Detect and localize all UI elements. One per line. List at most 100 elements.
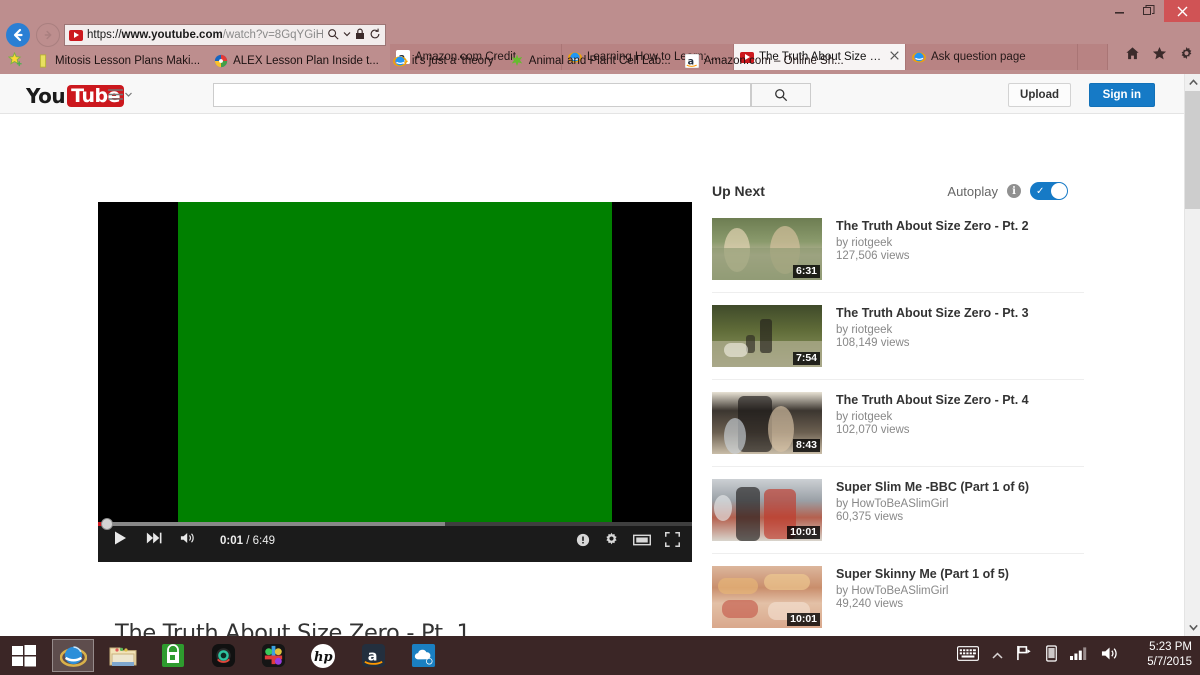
favorite-item[interactable]: Mitosis Lesson Plans Maki... [29, 54, 207, 68]
video-title[interactable]: Super Skinny Me (Part 1 of 5) [836, 567, 1084, 582]
forward-button[interactable] [36, 23, 60, 47]
signin-button[interactable]: Sign in [1088, 83, 1155, 107]
youtube-masthead: You Tube Upload Sign in [0, 74, 1184, 114]
video-frame [178, 202, 612, 535]
list-item[interactable]: 10:01 Super Slim Me -BBC (Part 1 of 6) b… [712, 466, 1084, 553]
show-hidden-icons-icon[interactable] [992, 647, 1003, 665]
video-thumbnail: 10:01 [712, 566, 822, 628]
favorite-item[interactable]: it's just a 'theory' [386, 54, 503, 68]
windows-start-icon [12, 645, 36, 667]
colorwheel-icon [214, 54, 228, 68]
clock-time: 5:23 PM [1149, 641, 1192, 653]
chevron-down-icon[interactable] [343, 29, 351, 41]
autoplay-toggle[interactable]: ✓ [1030, 182, 1068, 200]
taskbar-item-amazon[interactable]: a [352, 639, 394, 672]
video-views: 127,506 views [836, 250, 910, 262]
system-tray [957, 636, 1120, 675]
next-track-button[interactable] [146, 531, 162, 550]
list-item[interactable]: 8:43 The Truth About Size Zero - Pt. 4 b… [712, 379, 1084, 466]
progress-bar[interactable] [98, 518, 692, 530]
video-info: The Truth About Size Zero - Pt. 2 by rio… [836, 218, 1084, 280]
video-title[interactable]: The Truth About Size Zero - Pt. 4 [836, 393, 1084, 408]
video-info: Super Skinny Me (Part 1 of 5) by HowToBe… [836, 566, 1084, 628]
favorite-item[interactable]: a Amazon.com – Online Sh... [678, 54, 851, 68]
taskbar-item-windows-store[interactable] [152, 639, 194, 672]
search-button[interactable] [751, 83, 811, 107]
taskbar-item-camera[interactable] [202, 639, 244, 672]
video-title[interactable]: The Truth About Size Zero - Pt. 2 [836, 219, 1084, 234]
settings-gear-icon[interactable] [604, 532, 619, 552]
scroll-down-arrow[interactable] [1185, 619, 1200, 636]
camera-icon [211, 643, 235, 668]
fullscreen-icon[interactable] [665, 532, 680, 552]
player-control-bar: 0:01 / 6:49 [98, 518, 692, 562]
minimize-button[interactable] [1104, 0, 1134, 22]
taskbar-item-skydrive[interactable] [402, 639, 444, 672]
restore-button[interactable] [1134, 0, 1164, 22]
windows-store-icon [162, 644, 184, 667]
scrollbar-thumb[interactable] [1185, 91, 1200, 209]
volume-button[interactable] [180, 531, 198, 550]
favorite-label: ALEX Lesson Plan Inside t... [233, 55, 379, 67]
duration: 6:49 [252, 534, 276, 547]
list-item[interactable]: 10:01 Super Skinny Me (Part 1 of 5) by H… [712, 553, 1084, 636]
autoplay-label: Autoplay [947, 183, 998, 199]
taskbar-item-puzzle[interactable] [252, 639, 294, 672]
add-favorite-icon[interactable] [6, 51, 29, 70]
video-title[interactable]: Super Slim Me -BBC (Part 1 of 6) [836, 480, 1084, 495]
video-duration: 7:54 [792, 352, 820, 365]
favorite-item[interactable]: ALEX Lesson Plan Inside t... [207, 54, 386, 68]
page-viewport: You Tube Upload Sign in 0:01 / 6:49 The … [0, 74, 1200, 636]
desktop-strip: hp a 5:23 PM 5/7/2015 [0, 636, 1200, 675]
network-signal-icon[interactable] [1070, 646, 1088, 665]
start-button[interactable] [6, 642, 42, 670]
address-bar-text: https://www.youtube.com/watch?v=8GqYGiH6… [87, 29, 323, 41]
keyboard-icon[interactable] [957, 645, 979, 666]
taskbar-item-internet-explorer[interactable] [52, 639, 94, 672]
taskbar-item-hp[interactable]: hp [302, 639, 344, 672]
address-bar[interactable]: https://www.youtube.com/watch?v=8GqYGiH6… [64, 24, 386, 46]
tablet-icon[interactable] [1046, 644, 1057, 667]
video-uploader: by HowToBeASlimGirl [836, 498, 949, 510]
refresh-icon[interactable] [369, 28, 381, 43]
back-button[interactable] [6, 23, 30, 47]
search-input[interactable] [213, 83, 751, 107]
flag-action-center-icon[interactable] [1016, 645, 1033, 666]
video-duration: 10:01 [787, 526, 820, 539]
taskbar-item-file-explorer[interactable] [102, 639, 144, 672]
clock[interactable]: 5:23 PM 5/7/2015 [1147, 640, 1192, 670]
favorite-item[interactable]: Animal and Plant Cell Lab... [503, 54, 678, 68]
video-duration: 8:43 [792, 439, 820, 452]
close-button[interactable] [1164, 0, 1200, 22]
progress-scrubber[interactable] [101, 518, 113, 530]
current-time: 0:01 [220, 534, 244, 547]
list-item[interactable]: 7:54 The Truth About Size Zero - Pt. 3 b… [712, 292, 1084, 379]
video-player[interactable]: 0:01 / 6:49 [98, 202, 692, 562]
video-thumbnail: 8:43 [712, 392, 822, 454]
video-views: 60,375 views [836, 511, 904, 523]
video-views: 49,240 views [836, 598, 904, 610]
video-uploader: by riotgeek [836, 411, 893, 423]
favorite-label: Amazon.com – Online Sh... [703, 55, 844, 67]
video-views: 102,070 views [836, 424, 910, 436]
guide-toggle-button[interactable] [108, 89, 132, 100]
video-thumbnail: 10:01 [712, 479, 822, 541]
upload-button[interactable]: Upload [1008, 83, 1071, 107]
theater-mode-icon[interactable] [633, 533, 651, 552]
video-title[interactable]: The Truth About Size Zero - Pt. 3 [836, 306, 1084, 321]
clock-date: 5/7/2015 [1147, 656, 1192, 668]
scroll-up-arrow[interactable] [1185, 74, 1200, 91]
internet-explorer-icon [59, 646, 87, 667]
favorites-bar: Mitosis Lesson Plans Maki... ALEX Lesson… [0, 48, 1200, 74]
taskbar: hp a 5:23 PM 5/7/2015 [0, 636, 1200, 675]
info-cards-icon[interactable] [576, 533, 590, 552]
page-scrollbar[interactable] [1184, 74, 1200, 636]
signin-label: Sign in [1102, 89, 1141, 101]
volume-icon[interactable] [1101, 646, 1120, 666]
play-button[interactable] [112, 530, 128, 551]
search-icon[interactable] [327, 28, 339, 43]
list-item[interactable]: 6:31 The Truth About Size Zero - Pt. 2 b… [712, 206, 1084, 292]
info-icon[interactable]: i [1007, 184, 1021, 198]
bookmark-icon [39, 54, 47, 68]
navigation-row: https://www.youtube.com/watch?v=8GqYGiH6… [0, 22, 1200, 70]
